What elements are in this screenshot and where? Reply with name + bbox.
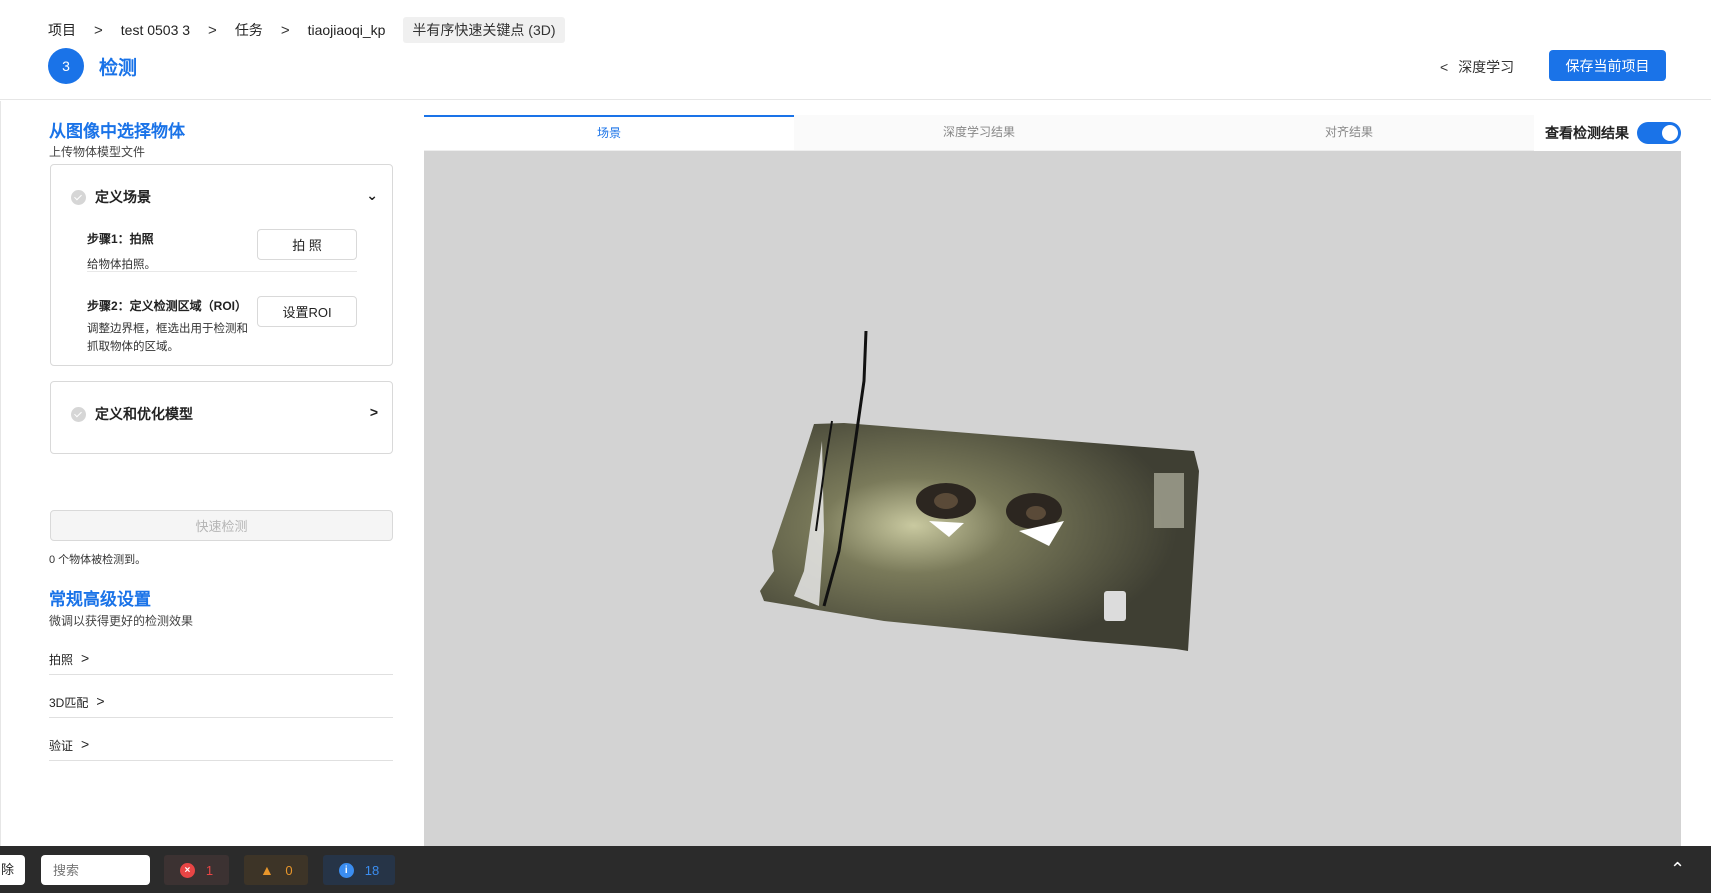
page-title: 检测 [99,58,138,79]
warning-count: 0 [285,862,293,878]
save-project-button[interactable]: 保存当前项目 [1549,50,1666,81]
advanced-item-capture[interactable]: 拍照 > [49,651,393,675]
chevron-right-icon: > [96,693,105,709]
log-search-input[interactable] [41,855,150,885]
advanced-item-label: 验证 [49,739,74,753]
select-object-title: 从图像中选择物体 [49,122,185,141]
back-to-deep-learning-link[interactable]: < 深度学习 [1440,57,1514,77]
delete-button[interactable]: 除 [0,855,25,885]
status-bar: 除 × 1 ▲ 0 i 18 ⌃ [0,846,1711,893]
info-icon: i [338,862,354,878]
define-scene-header[interactable]: 定义场景 [71,187,151,207]
quick-detect-button[interactable]: 快速检测 [50,510,393,541]
view-tabs: 场景 深度学习结果 对齐结果 [424,115,1534,151]
point-cloud-render [760,330,1199,651]
error-icon: × [179,862,195,878]
back-link-label: 深度学习 [1458,59,1515,75]
toggle-switch[interactable] [1637,122,1681,144]
check-circle-icon [71,189,86,205]
warning-count-badge[interactable]: ▲ 0 [244,855,308,885]
chevron-right-icon: > [81,736,90,752]
error-count: 1 [205,862,214,878]
breadcrumb-separator-icon: > [94,21,103,39]
error-count-badge[interactable]: × 1 [164,855,229,885]
breadcrumb: 项目 > test 0503 3 > 任务 > tiaojiaoqi_kp 半有… [48,17,565,43]
breadcrumb-task-type-tag: 半有序快速关键点 (3D) [403,17,565,43]
info-count: 18 [364,862,380,878]
chevron-left-icon: < [1440,59,1449,75]
warning-icon: ▲ [259,862,274,878]
page-header: 项目 > test 0503 3 > 任务 > tiaojiaoqi_kp 半有… [0,0,1711,100]
define-scene-card: 定义场景 ⌄ 步骤1：拍照 给物体拍照。 拍 照 步骤2：定义检测区域（ROI）… [50,164,393,366]
view-detection-results-toggle[interactable]: 查看检测结果 [1545,122,1681,144]
advanced-item-label: 3D匹配 [49,696,89,710]
chevron-down-icon[interactable]: ⌄ [366,187,378,204]
breadcrumb-task[interactable]: 任务 [235,20,263,40]
chevron-right-icon[interactable]: > [370,404,378,420]
define-scene-title: 定义场景 [95,189,151,205]
tab-deep-learning-results[interactable]: 深度学习结果 [794,115,1164,151]
chevron-right-icon: > [81,650,90,666]
advanced-item-label: 拍照 [49,653,74,667]
select-object-subtitle: 上传物体模型文件 [49,145,146,159]
breadcrumb-separator-icon: > [208,21,217,39]
tab-alignment-results[interactable]: 对齐结果 [1164,115,1534,151]
advanced-item-validation[interactable]: 验证 > [49,737,393,761]
set-roi-button[interactable]: 设置ROI [257,296,357,327]
breadcrumb-project-name[interactable]: test 0503 3 [121,22,190,38]
check-circle-icon [71,406,86,422]
step2-description: 调整边界框，框选出用于检测和抓取物体的区域。 [87,323,248,353]
tab-scene[interactable]: 场景 [424,115,794,151]
info-count-badge[interactable]: i 18 [323,855,395,885]
scene-panel [1154,473,1184,528]
breadcrumb-project[interactable]: 项目 [48,20,76,40]
advanced-item-3d-matching[interactable]: 3D匹配 > [49,694,393,718]
step-number-badge: 3 [48,48,84,84]
detected-count-text: 0 个物体被检测到。 [49,554,147,566]
object-part [934,493,958,509]
left-panel: 从图像中选择物体 上传物体模型文件 定义场景 ⌄ 步骤1：拍照 给物体拍照。 拍… [0,101,423,846]
define-model-card[interactable]: 定义和优化模型 > [50,381,393,454]
capture-button[interactable]: 拍 照 [257,229,357,260]
chevron-up-icon[interactable]: ⌃ [1670,859,1685,880]
divider [87,271,357,272]
define-model-title: 定义和优化模型 [95,406,193,422]
breadcrumb-separator-icon: > [280,21,290,39]
advanced-settings-title: 常规高级设置 [49,590,151,609]
define-model-header[interactable]: 定义和优化模型 [71,404,193,424]
view-detection-results-label: 查看检测结果 [1545,125,1629,141]
point-cloud-viewer[interactable] [424,151,1681,846]
object-part [1026,506,1046,520]
advanced-settings-subtitle: 微调以获得更好的检测效果 [49,614,194,628]
scene-fitting [1104,591,1126,621]
breadcrumb-task-name[interactable]: tiaojiaoqi_kp [308,22,386,38]
